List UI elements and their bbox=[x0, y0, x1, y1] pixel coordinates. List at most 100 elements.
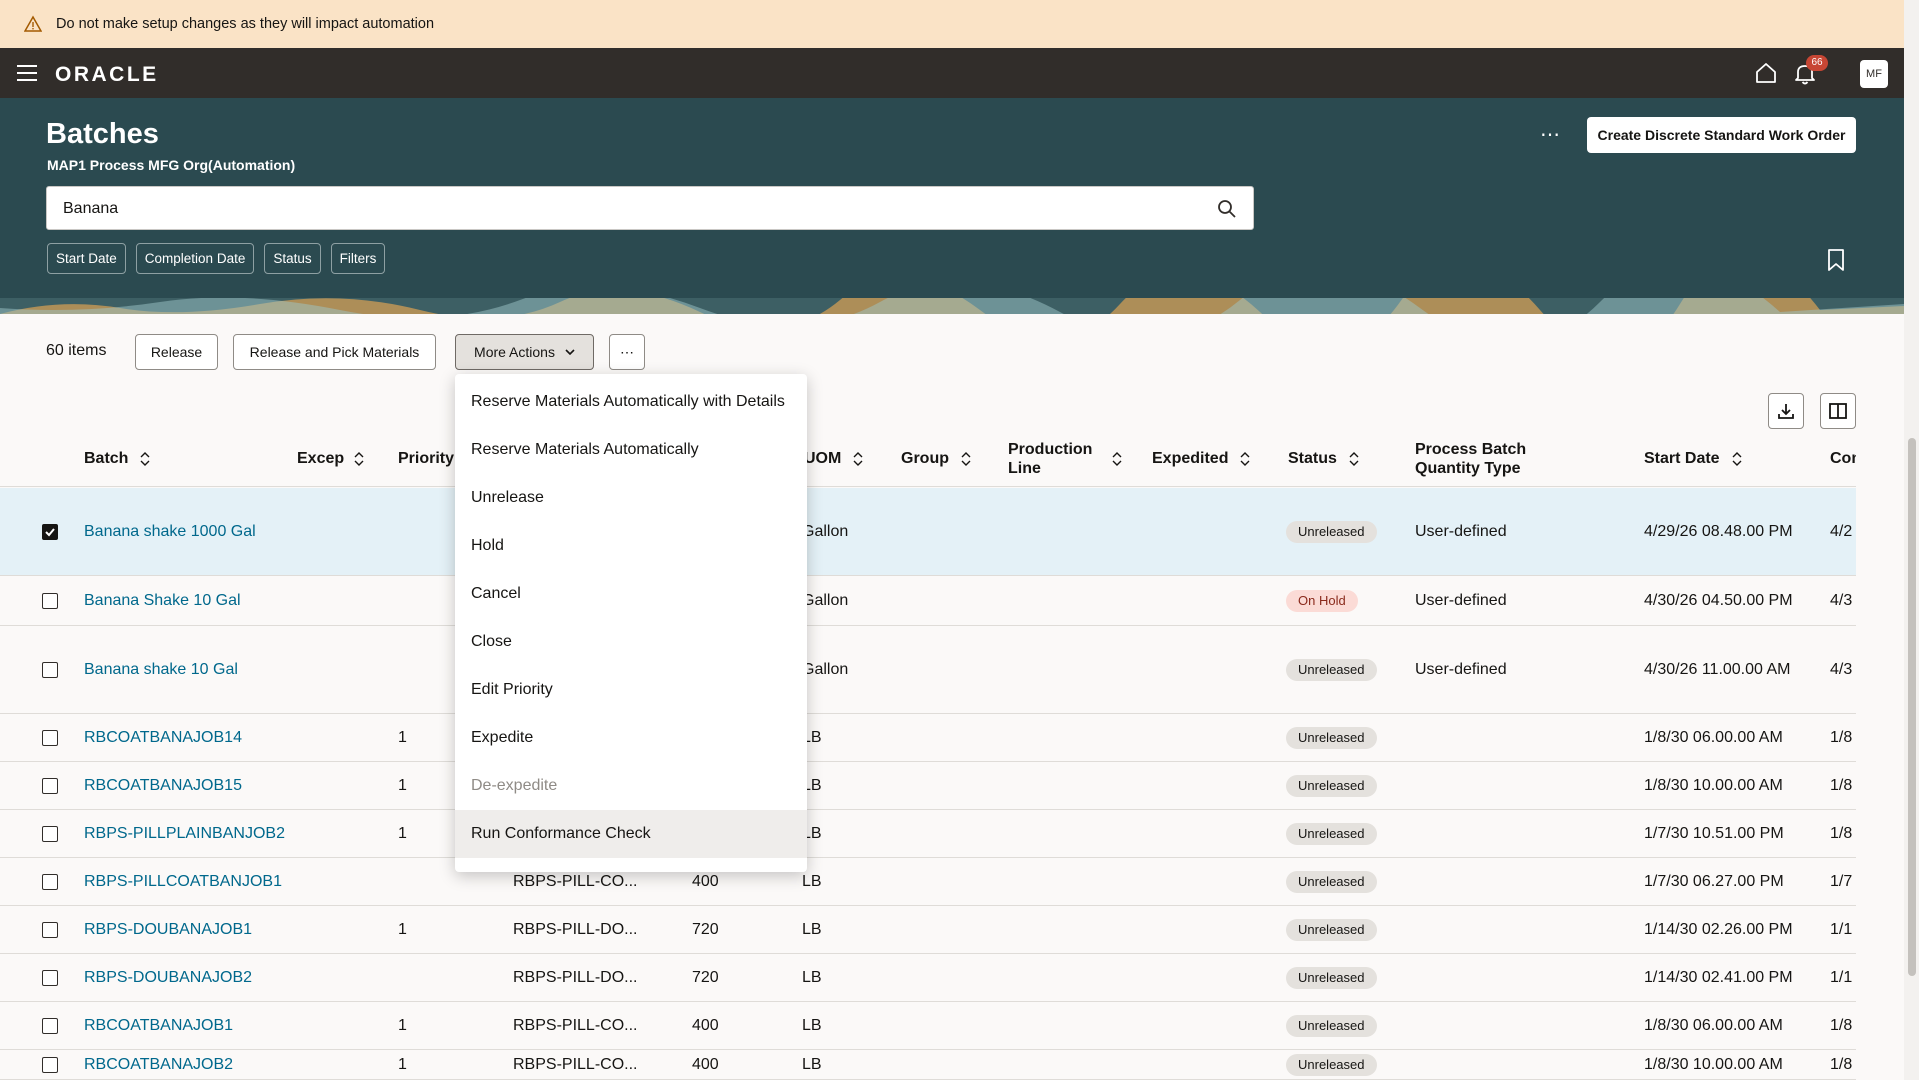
batch-link[interactable]: RBPS-DOUBANAJOB2 bbox=[84, 969, 252, 987]
page-header: Batches MAP1 Process MFG Org(Automation)… bbox=[0, 98, 1904, 314]
download-button[interactable] bbox=[1768, 393, 1804, 429]
col-header-start-date[interactable]: Start Date bbox=[1644, 430, 1742, 487]
uom-cell: LB bbox=[802, 1016, 822, 1034]
batch-link[interactable]: RBPS-DOUBANAJOB1 bbox=[84, 921, 252, 939]
quantity-cell: 400 bbox=[692, 1055, 719, 1073]
col-header-expedited[interactable]: Expedited bbox=[1152, 430, 1250, 487]
release-button[interactable]: Release bbox=[135, 334, 218, 370]
menu-item[interactable]: Reserve Materials Automatically with Det… bbox=[455, 378, 807, 426]
chevron-down-icon bbox=[565, 349, 575, 355]
start-date-cell: 4/30/26 04.50.00 PM bbox=[1644, 591, 1793, 609]
row-checkbox[interactable] bbox=[42, 921, 58, 938]
table-row[interactable]: RBCOATBANAJOB14 1 LB Unreleased 1/8/30 06.00… bbox=[0, 714, 1856, 762]
home-icon[interactable] bbox=[1753, 60, 1779, 86]
menu-item[interactable]: Expedite bbox=[455, 714, 807, 762]
search-input[interactable] bbox=[63, 197, 1203, 221]
menu-item[interactable]: Close bbox=[455, 618, 807, 666]
uom-cell: Gallon bbox=[802, 660, 849, 678]
row-checkbox[interactable] bbox=[42, 1017, 58, 1034]
start-date-cell: 1/14/30 02.41.00 PM bbox=[1644, 968, 1793, 986]
batch-link[interactable]: RBPS-PILLCOATBANJOB1 bbox=[84, 873, 282, 891]
chip-completion-date[interactable]: Completion Date bbox=[135, 243, 255, 274]
completion-date-cell: 1/8 bbox=[1830, 728, 1853, 746]
start-date-cell: 1/8/30 10.00.00 AM bbox=[1644, 1055, 1783, 1073]
col-header-group[interactable]: Group bbox=[901, 430, 971, 487]
more-actions-menu: Reserve Materials Automatically with Det… bbox=[455, 374, 807, 872]
row-checkbox[interactable] bbox=[42, 777, 58, 794]
row-checkbox[interactable] bbox=[42, 825, 58, 842]
col-header-uom[interactable]: UOM bbox=[804, 430, 863, 487]
menu-item[interactable]: Unrelease bbox=[455, 474, 807, 522]
row-checkbox[interactable] bbox=[42, 873, 58, 890]
table-row[interactable]: RBCOATBANAJOB15 1 LB Unreleased 1/8/30 10.00… bbox=[0, 762, 1856, 810]
bookmark-icon[interactable] bbox=[1826, 248, 1846, 272]
batch-link[interactable]: Banana shake 10 Gal bbox=[84, 661, 238, 679]
download-icon bbox=[1778, 404, 1794, 419]
table-row[interactable]: Banana Shake 10 Gal Gallon On Hold User-def… bbox=[0, 576, 1856, 626]
chip-filters[interactable]: Filters bbox=[330, 243, 386, 274]
col-header-priority[interactable]: Priority bbox=[398, 430, 454, 487]
hamburger-menu-icon[interactable] bbox=[17, 65, 37, 81]
col-header-process-batch-quantity-type[interactable]: Process Batch Quantity Type bbox=[1415, 430, 1590, 487]
item-cell: RBPS-PILL-CO... bbox=[513, 1055, 638, 1073]
search-icon[interactable] bbox=[1217, 199, 1237, 219]
release-and-pick-materials-button[interactable]: Release and Pick Materials bbox=[233, 334, 436, 370]
uom-cell: Gallon bbox=[802, 522, 849, 540]
priority-cell: 1 bbox=[398, 728, 407, 746]
chip-status[interactable]: Status bbox=[264, 243, 321, 274]
batch-link[interactable]: RBCOATBANAJOB2 bbox=[84, 1056, 233, 1074]
batch-link[interactable]: RBCOATBANAJOB15 bbox=[84, 777, 242, 795]
more-actions-button[interactable]: More Actions bbox=[455, 334, 594, 370]
batch-link[interactable]: RBPS-PILLPLAINBANJOB2 bbox=[84, 825, 285, 843]
table-row[interactable]: RBPS-DOUBANAJOB2 RBPS-PILL-DO... 720 LB Unre… bbox=[0, 954, 1856, 1002]
batch-link[interactable]: Banana shake 1000 Gal bbox=[84, 523, 256, 541]
menu-item[interactable]: Edit Priority bbox=[455, 666, 807, 714]
col-header-production-line[interactable]: Production Line bbox=[1008, 430, 1122, 487]
batch-link[interactable]: RBCOATBANAJOB1 bbox=[84, 1017, 233, 1035]
row-checkbox[interactable] bbox=[42, 661, 58, 678]
column-layout-button[interactable] bbox=[1820, 393, 1856, 429]
status-badge: Unreleased bbox=[1286, 774, 1377, 797]
priority-cell: 1 bbox=[398, 1055, 407, 1073]
chip-start-date[interactable]: Start Date bbox=[47, 243, 126, 274]
oracle-logo[interactable]: ORACLE bbox=[55, 63, 159, 87]
status-badge: Unreleased bbox=[1286, 1014, 1377, 1037]
completion-date-cell: 1/8 bbox=[1830, 824, 1853, 842]
sort-icon bbox=[1349, 451, 1359, 466]
menu-item[interactable]: Hold bbox=[455, 522, 807, 570]
col-header-status[interactable]: Status bbox=[1288, 430, 1359, 487]
toolbar-overflow-button[interactable]: ⋯ bbox=[609, 334, 645, 370]
menu-item[interactable]: Cancel bbox=[455, 570, 807, 618]
table-row[interactable]: RBCOATBANAJOB1 1 RBPS-PILL-CO... 400 LB Unrel… bbox=[0, 1002, 1856, 1050]
item-cell: RBPS-PILL-DO... bbox=[513, 968, 638, 986]
row-checkbox[interactable] bbox=[42, 1056, 58, 1073]
create-work-order-button[interactable]: Create Discrete Standard Work Order bbox=[1587, 117, 1856, 153]
batch-link[interactable]: RBCOATBANAJOB14 bbox=[84, 729, 242, 747]
row-checkbox[interactable] bbox=[42, 523, 58, 540]
table-row[interactable]: RBCOATBANAJOB2 1 RBPS-PILL-CO... 400 LB Unrel… bbox=[0, 1050, 1856, 1080]
row-checkbox[interactable] bbox=[42, 592, 58, 609]
menu-item[interactable]: Reserve Materials Automatically bbox=[455, 426, 807, 474]
table-row[interactable]: RBPS-PILLPLAINBANJOB2 1 LB Unreleased 1/7/30… bbox=[0, 810, 1856, 858]
start-date-cell: 1/8/30 06.00.00 AM bbox=[1644, 1016, 1783, 1034]
col-header-completion-date[interactable]: Con bbox=[1830, 430, 1856, 487]
row-checkbox[interactable] bbox=[42, 969, 58, 986]
header-more-options-icon[interactable]: ⋯ bbox=[1540, 122, 1561, 147]
vertical-scrollbar-thumb[interactable] bbox=[1908, 438, 1916, 976]
table-row[interactable]: RBPS-PILLCOATBANJOB1 RBPS-PILL-CO... 400 LB… bbox=[0, 858, 1856, 906]
start-date-cell: 1/8/30 10.00.00 AM bbox=[1644, 776, 1783, 794]
quantity-type-cell: User-defined bbox=[1415, 522, 1507, 540]
batch-link[interactable]: Banana Shake 10 Gal bbox=[84, 592, 241, 610]
menu-item[interactable]: Run Conformance Check bbox=[455, 810, 807, 858]
status-badge: Unreleased bbox=[1286, 822, 1377, 845]
col-header-batch[interactable]: Batch bbox=[84, 430, 150, 487]
col-header-exceptions[interactable]: Excep bbox=[297, 430, 357, 487]
table-row[interactable]: Banana shake 10 Gal Gallon Unreleased User-… bbox=[0, 626, 1856, 714]
quantity-cell: 720 bbox=[692, 920, 719, 938]
more-actions-label: More Actions bbox=[474, 344, 555, 360]
table-row[interactable]: RBPS-DOUBANAJOB1 1 RBPS-PILL-DO... 720 LB Unr… bbox=[0, 906, 1856, 954]
user-avatar[interactable]: MF bbox=[1860, 60, 1888, 88]
table-row[interactable]: Banana shake 1000 Gal Gallon Unreleased Use… bbox=[0, 488, 1856, 576]
start-date-cell: 1/7/30 06.27.00 PM bbox=[1644, 872, 1784, 890]
row-checkbox[interactable] bbox=[42, 729, 58, 746]
